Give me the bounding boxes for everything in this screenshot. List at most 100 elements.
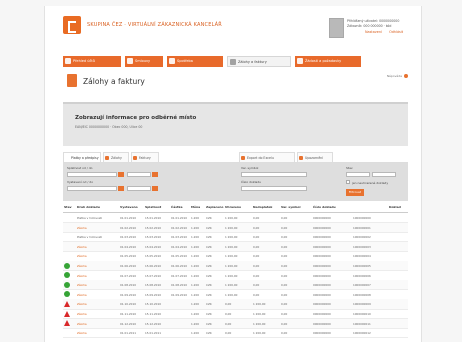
table-cell: 1.200	[191, 264, 200, 268]
issued-from-calendar-icon[interactable]	[118, 186, 124, 191]
table-cell: 1000000011	[353, 321, 371, 326]
tab-payments[interactable]: Platby a předpisy	[63, 152, 101, 162]
col-header[interactable]: Splatnost	[145, 205, 161, 209]
document-type-cell[interactable]: Záloha	[77, 226, 87, 230]
due-to-input[interactable]	[127, 172, 151, 177]
document-type-cell[interactable]: Záloha	[77, 283, 87, 287]
col-header[interactable]: Druh dokladu	[77, 205, 100, 209]
issued-from-input[interactable]	[67, 186, 117, 191]
table-cell: 0,00	[281, 292, 288, 297]
document-type-cell[interactable]: Záloha	[77, 322, 87, 326]
paid-status-icon	[64, 262, 70, 269]
col-header[interactable]: Částka	[171, 205, 182, 209]
table-cell: 1000000003	[353, 244, 371, 249]
warning-icon	[299, 156, 303, 160]
state-select[interactable]	[346, 172, 370, 177]
table-cell: CZK	[206, 254, 212, 259]
unpaid-warning-icon	[64, 310, 70, 317]
document-type-cell[interactable]: Záloha	[77, 312, 87, 316]
user-box: Přihlášený uživatel: 0000000000 Zákazník…	[329, 16, 415, 44]
filter-button[interactable]: Filtrovat	[346, 189, 364, 196]
doc-number-label: Číslo dokladu	[241, 180, 262, 184]
nav-item-invoices[interactable]: Zálohy a faktury	[227, 56, 291, 67]
table-cell: 0000000000	[313, 321, 331, 326]
nav-item-contracts[interactable]: Smlouvy	[125, 56, 163, 67]
table-cell: 0,00	[281, 302, 288, 307]
unpaid-only-checkbox[interactable]	[346, 180, 350, 184]
table-cell: 0,00	[225, 321, 232, 326]
table-cell: 15.12.2010	[145, 321, 162, 326]
nav-item-requests[interactable]: Žádosti a požadavky	[295, 56, 361, 67]
table-cell: 15.07.2010	[145, 273, 162, 278]
due-to-calendar-icon[interactable]	[152, 172, 158, 177]
issued-to-calendar-icon[interactable]	[152, 186, 158, 191]
table-row[interactable]: Záloha 01.01.2011 15.01.2011 1.200 CZK 0,00 1 …	[63, 328, 408, 339]
table-cell: CZK	[206, 312, 212, 316]
document-type-cell[interactable]: Záloha	[77, 254, 87, 258]
nav-item-label: Smlouvy	[135, 59, 151, 63]
table-cell: 0,00	[253, 292, 260, 297]
col-header[interactable]: Vystaveno	[120, 205, 138, 209]
help-link[interactable]: Nápověda	[387, 74, 408, 78]
table-cell: 1000000009	[353, 302, 371, 307]
table-cell: 1 200,00	[225, 292, 238, 297]
table-cell: 01.01.2010	[120, 216, 137, 220]
settings-link[interactable]: Nastavení	[365, 30, 382, 34]
table-cell: 1 200,00	[253, 312, 266, 316]
paid-status-icon	[64, 281, 70, 288]
due-from-calendar-icon[interactable]	[118, 172, 124, 177]
avatar	[329, 18, 344, 38]
tab-export[interactable]: Export do Excelu	[239, 152, 295, 162]
table-cell: 01.04.2010	[171, 244, 188, 249]
table-cell: 0,00	[253, 244, 260, 249]
nav-item-accounts[interactable]: Přehled účtů	[63, 56, 121, 67]
state-select-2[interactable]	[372, 172, 396, 177]
issued-to-input[interactable]	[127, 186, 151, 191]
col-header[interactable]: Zaplaceno	[206, 205, 223, 209]
col-header[interactable]: Číslo dokladu	[313, 205, 336, 209]
table-cell: 0,00	[225, 312, 232, 316]
document-icon	[67, 74, 77, 87]
document-type-cell[interactable]: Záloha	[77, 245, 87, 249]
table-cell: 1.200	[191, 235, 200, 240]
invoice-icon	[230, 59, 236, 65]
document-type-cell[interactable]: Záloha	[77, 293, 87, 297]
tab-notifications[interactable]: Upozornění	[297, 152, 333, 162]
table-cell: 1 200,00	[225, 283, 238, 288]
nav-item-consumption[interactable]: Spotřeba	[167, 56, 223, 67]
table-cell: 1.200	[191, 244, 200, 249]
document-type-cell[interactable]: Záloha	[77, 264, 87, 268]
table-cell: 0000000000	[313, 331, 331, 336]
col-header[interactable]: Měna	[191, 205, 200, 209]
logout-link[interactable]: Odhlásit	[389, 30, 403, 34]
document-type-cell[interactable]: Záloha	[77, 302, 87, 306]
table-cell: 1.200	[191, 312, 200, 316]
document-type-cell[interactable]: Záloha	[77, 331, 87, 335]
table-cell: 1.200	[191, 283, 200, 288]
cez-logo-icon[interactable]	[63, 16, 81, 34]
tab-label: Platby a předpisy	[71, 156, 99, 160]
col-header[interactable]: Uhrazeno	[225, 205, 241, 209]
table-cell: CZK	[206, 244, 212, 249]
table-cell: CZK	[206, 273, 212, 278]
main-nav: Přehled účtů Smlouvy Spotřeba Zálohy a f…	[63, 56, 408, 67]
tab-advances[interactable]: Zálohy	[103, 152, 129, 162]
col-header[interactable]: Doklad	[389, 205, 401, 209]
table-cell: 01.11.2010	[120, 312, 137, 316]
table-cell: 01.07.2010	[171, 273, 188, 278]
help-label: Nápověda	[386, 74, 402, 78]
due-from-input[interactable]	[67, 172, 117, 177]
var-symbol-input[interactable]	[241, 172, 307, 177]
table-cell: 01.04.2010	[120, 244, 137, 249]
table-cell: 1 200,00	[225, 254, 238, 259]
state-label: Stav	[346, 166, 353, 170]
table-cell: 01.06.2010	[120, 264, 137, 268]
doc-number-input[interactable]	[241, 186, 307, 191]
tab-invoices[interactable]: Faktury	[131, 152, 159, 162]
col-header[interactable]: Nedoplatek	[253, 205, 272, 209]
table-cell: 15.06.2010	[145, 264, 162, 268]
tab-label: Upozornění	[305, 156, 324, 160]
document-type-cell[interactable]: Záloha	[77, 274, 87, 278]
col-header[interactable]: Stav	[64, 205, 72, 209]
col-header[interactable]: Var. symbol	[281, 205, 301, 209]
